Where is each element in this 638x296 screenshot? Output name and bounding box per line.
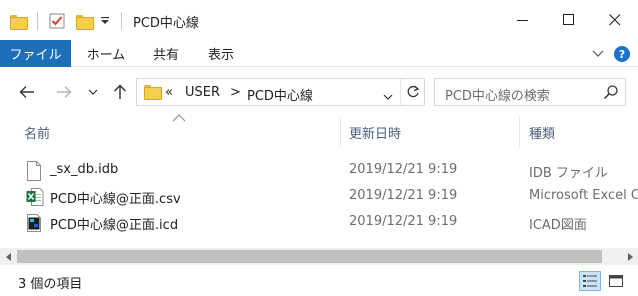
tab-home[interactable]: ホーム <box>80 40 132 67</box>
minimize-button[interactable] <box>500 0 546 40</box>
breadcrumb-user[interactable]: USER <box>185 85 220 100</box>
column-header-date[interactable]: 更新日時 <box>349 123 401 142</box>
column-divider[interactable] <box>340 117 341 147</box>
folder-icon <box>144 85 162 100</box>
close-button[interactable] <box>592 0 638 40</box>
column-header-bar: 名前 更新日時 種類 <box>0 114 638 147</box>
file-date: 2019/12/21 9:19 <box>349 188 458 203</box>
horizontal-scrollbar[interactable] <box>0 248 638 265</box>
column-header-name[interactable]: 名前 <box>24 123 50 142</box>
search-icon[interactable] <box>603 84 619 100</box>
navigation-bar: « USER > PCD中心線 PCD中心線の検索 <box>0 67 638 117</box>
large-icons-view-icon[interactable] <box>605 271 627 291</box>
address-history-chevron-icon[interactable] <box>383 89 395 100</box>
svg-text:?: ? <box>619 48 625 61</box>
excel-csv-icon <box>26 187 44 207</box>
scroll-left-arrow-icon[interactable] <box>0 248 17 265</box>
icad-file-icon <box>26 213 44 233</box>
column-header-type[interactable]: 種類 <box>529 123 555 142</box>
expand-ribbon-chevron-icon[interactable] <box>588 44 608 64</box>
window-title: PCD中心線 <box>133 16 199 31</box>
tab-file[interactable]: ファイル <box>0 40 71 67</box>
maximize-button[interactable] <box>546 0 592 40</box>
customize-toolbar-dropdown-icon[interactable] <box>98 12 112 30</box>
title-bar: PCD中心線 <box>0 0 638 40</box>
file-name: PCD中心線@正面.csv <box>50 192 181 207</box>
file-type: ICAD図面 <box>529 218 587 233</box>
forward-arrow-icon[interactable] <box>52 81 76 103</box>
search-input[interactable]: PCD中心線の検索 <box>445 85 550 104</box>
toolbar-divider <box>121 12 122 30</box>
address-bar[interactable]: « USER > PCD中心線 <box>136 78 425 106</box>
back-arrow-icon[interactable] <box>15 81 39 103</box>
file-list: _sx_db.idb 2019/12/21 9:19 IDB ファイル PCD中… <box>0 158 638 236</box>
item-count: 3 個の項目 <box>18 277 83 292</box>
file-type: IDB ファイル <box>529 166 608 181</box>
file-date: 2019/12/21 9:19 <box>349 162 458 177</box>
refresh-icon[interactable] <box>400 79 424 105</box>
file-row[interactable]: PCD中心線@正面.csv 2019/12/21 9:19 Microsoft … <box>0 184 638 210</box>
folder-icon <box>9 12 28 30</box>
scrollbar-thumb[interactable] <box>17 250 602 263</box>
breadcrumb-separator[interactable]: > <box>230 85 241 100</box>
toolbar-divider <box>37 12 38 30</box>
tab-share[interactable]: 共有 <box>144 40 188 67</box>
generic-file-icon <box>26 161 44 181</box>
sort-ascending-chevron-icon <box>172 111 186 122</box>
file-row[interactable]: PCD中心線@正面.icd 2019/12/21 9:19 ICAD図面 <box>0 210 638 236</box>
ribbon-tab-bar: ファイル ホーム 共有 表示 ? <box>0 40 638 67</box>
column-divider[interactable] <box>519 117 520 147</box>
details-view-icon[interactable] <box>579 271 601 291</box>
help-icon[interactable]: ? <box>612 44 632 64</box>
tab-view[interactable]: 表示 <box>199 40 243 67</box>
file-row[interactable]: _sx_db.idb 2019/12/21 9:19 IDB ファイル <box>0 158 638 184</box>
file-date: 2019/12/21 9:19 <box>349 214 458 229</box>
properties-checkmark-icon[interactable] <box>48 12 66 30</box>
new-folder-icon[interactable] <box>75 12 94 30</box>
file-name: PCD中心線@正面.icd <box>50 218 179 233</box>
status-bar: 3 個の項目 <box>0 265 638 296</box>
recent-locations-chevron-icon[interactable] <box>83 81 103 103</box>
breadcrumb-pcd-folder[interactable]: PCD中心線 <box>247 85 313 104</box>
address-overflow-chevron[interactable]: « <box>165 85 173 100</box>
up-arrow-icon[interactable] <box>108 81 132 103</box>
file-name: _sx_db.idb <box>50 162 119 177</box>
search-box[interactable]: PCD中心線の検索 <box>434 78 626 106</box>
file-type: Microsoft Excel C <box>529 188 638 203</box>
scroll-right-arrow-icon[interactable] <box>621 248 638 265</box>
